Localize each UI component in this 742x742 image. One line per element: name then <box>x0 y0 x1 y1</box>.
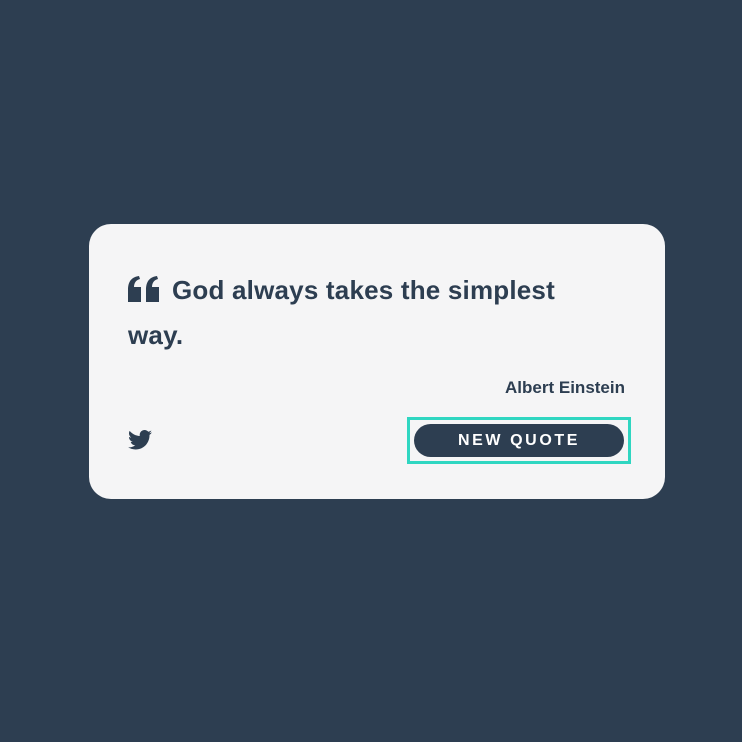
quote-box: God always takes the simplest way. Alber… <box>89 224 665 499</box>
quote-left-icon <box>128 276 159 302</box>
quote-author: Albert Einstein <box>505 378 625 397</box>
quote-text-block: God always takes the simplest way. <box>128 268 598 358</box>
twitter-icon[interactable] <box>128 429 152 451</box>
quote-text: God always takes the simplest way. <box>128 275 555 350</box>
new-quote-button[interactable]: NEW QUOTE <box>414 424 624 457</box>
new-quote-focus-ring: NEW QUOTE <box>407 417 631 464</box>
